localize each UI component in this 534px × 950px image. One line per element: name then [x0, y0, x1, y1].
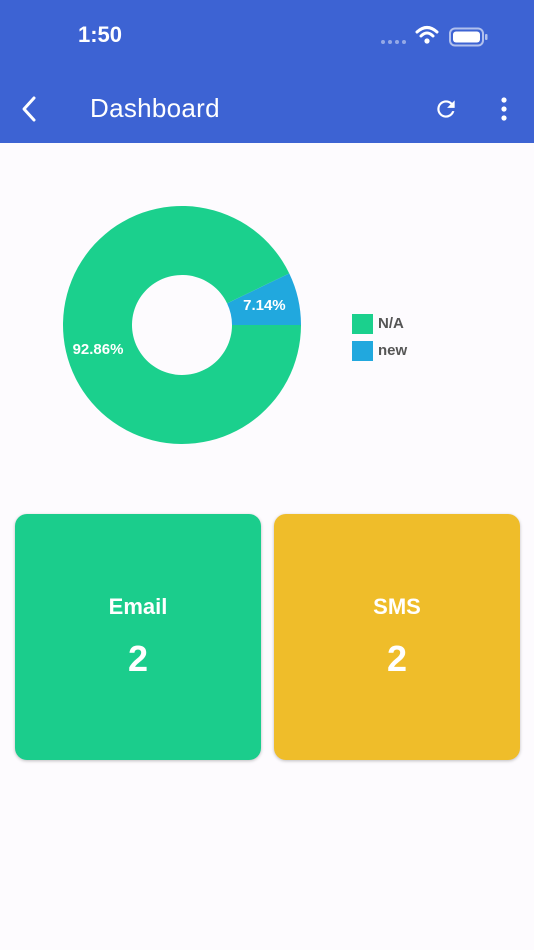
legend-label: N/A: [378, 315, 404, 332]
email-card-label: Email: [108, 594, 168, 619]
battery-icon: [449, 27, 488, 47]
pie-label-new: 7.14%: [243, 297, 286, 314]
more-options-button[interactable]: [492, 92, 516, 126]
pie-label-n-a: 92.86%: [73, 341, 124, 358]
more-vert-icon: [501, 97, 507, 121]
status-time: 1:50: [78, 22, 123, 47]
pie-slice-n-a: [62, 206, 301, 445]
refresh-icon: [437, 100, 455, 118]
email-card[interactable]: Email 2: [15, 514, 261, 760]
signal-dots-icon: [381, 40, 406, 44]
pie-chart: 7.14% 92.86% N/A new: [0, 143, 534, 503]
back-button[interactable]: [12, 90, 46, 128]
pie-chart-svg: 7.14% 92.86%: [62, 206, 301, 445]
sms-card[interactable]: SMS 2: [274, 514, 520, 760]
chart-legend: N/A new: [352, 310, 407, 364]
email-card-count: 2: [127, 638, 149, 679]
refresh-button[interactable]: [430, 92, 462, 126]
app-bar: 1:50 Dashboard: [0, 0, 534, 143]
wifi-icon: [415, 26, 439, 44]
sms-card-count: 2: [386, 638, 408, 679]
legend-swatch: [352, 340, 373, 361]
back-icon: [22, 96, 36, 122]
legend-swatch: [352, 313, 373, 334]
legend-item: N/A: [352, 310, 407, 337]
legend-label: new: [378, 342, 408, 359]
sms-card-label: SMS: [373, 594, 421, 619]
page-title: Dashboard: [90, 93, 220, 123]
legend-item: new: [352, 337, 407, 364]
